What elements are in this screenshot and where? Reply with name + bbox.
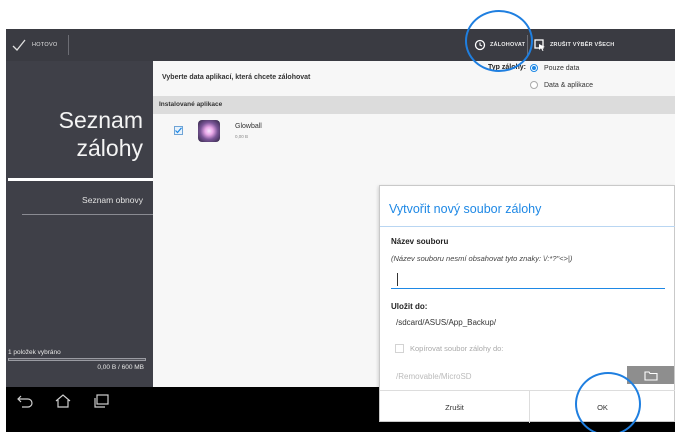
browse-folder-button[interactable] [627,366,674,384]
app-icon [198,120,220,142]
radio-label: Data & aplikace [544,81,594,89]
save-to-label: Uložit do: [391,302,428,311]
radio-button[interactable] [530,81,538,89]
cancel-button[interactable]: Zrušit [380,391,529,423]
sidebar: Seznam zálohy Seznam obnovy 1 položek vy… [6,61,153,387]
list-item[interactable]: Glowball 0,00 B [153,114,675,150]
page-heading: Vyberte data aplikací, která chcete zálo… [162,74,311,81]
app-name: Glowball [235,123,262,130]
recent-apps-icon[interactable] [92,393,110,409]
app-checkbox[interactable] [174,126,183,135]
sidebar-title-line2: zálohy [76,135,143,161]
divider [380,226,675,227]
radio-label: Pouze data [544,64,580,72]
sidebar-title-line1: Seznam [58,107,143,133]
app-size: 0,00 B [235,134,249,139]
filename-input[interactable] [391,269,665,289]
text-caret [397,273,398,286]
filename-label: Název souboru [391,237,449,246]
section-header: Instalované aplikace [153,96,675,114]
sidebar-item-backup-list[interactable]: Seznam zálohy [59,106,143,162]
copy-backup-checkbox[interactable] [395,344,404,353]
copy-backup-label: Kopírovat soubor zálohy do: [410,344,504,353]
highlight-circle [465,10,533,72]
deselect-all-button[interactable]: ZRUŠIT VÝBĚR VŠECH [534,29,614,61]
folder-icon [643,370,658,381]
deselect-all-label: ZRUŠIT VÝBĚR VŠECH [550,42,615,48]
filename-hint: (Název souboru nesmí obsahovat tyto znak… [391,254,573,263]
highlight-circle [575,372,641,432]
copy-path: /Removable/MicroSD [396,372,472,381]
done-button[interactable]: HOTOVO [12,29,58,61]
radio-data-only[interactable]: Pouze data [530,64,579,72]
action-bar: HOTOVO ZÁLOHOVAT ZRUŠIT VÝBĚR VŠECH [6,29,675,61]
back-arrow-icon[interactable] [16,393,34,409]
checkmark-icon [175,127,182,134]
section-label: Instalované aplikace [159,101,223,108]
storage-progress-bar [8,358,146,361]
active-tab-indicator [8,178,153,181]
save-path: /sdcard/ASUS/App_Backup/ [396,318,497,327]
checkmark-icon [12,39,26,51]
sidebar-item-restore-list[interactable]: Seznam obnovy [82,195,143,205]
done-label: HOTOVO [32,42,58,48]
divider [22,214,153,215]
storage-size: 0,00 B / 600 MB [97,364,144,371]
divider [68,35,69,55]
dialog-title: Vytvořit nový soubor zálohy [389,202,542,216]
deselect-all-icon [534,39,545,51]
radio-data-and-apps[interactable]: Data & aplikace [530,81,593,89]
selected-count: 1 položek vybráno [8,349,61,356]
radio-button[interactable] [530,64,538,72]
home-icon[interactable] [54,393,72,409]
